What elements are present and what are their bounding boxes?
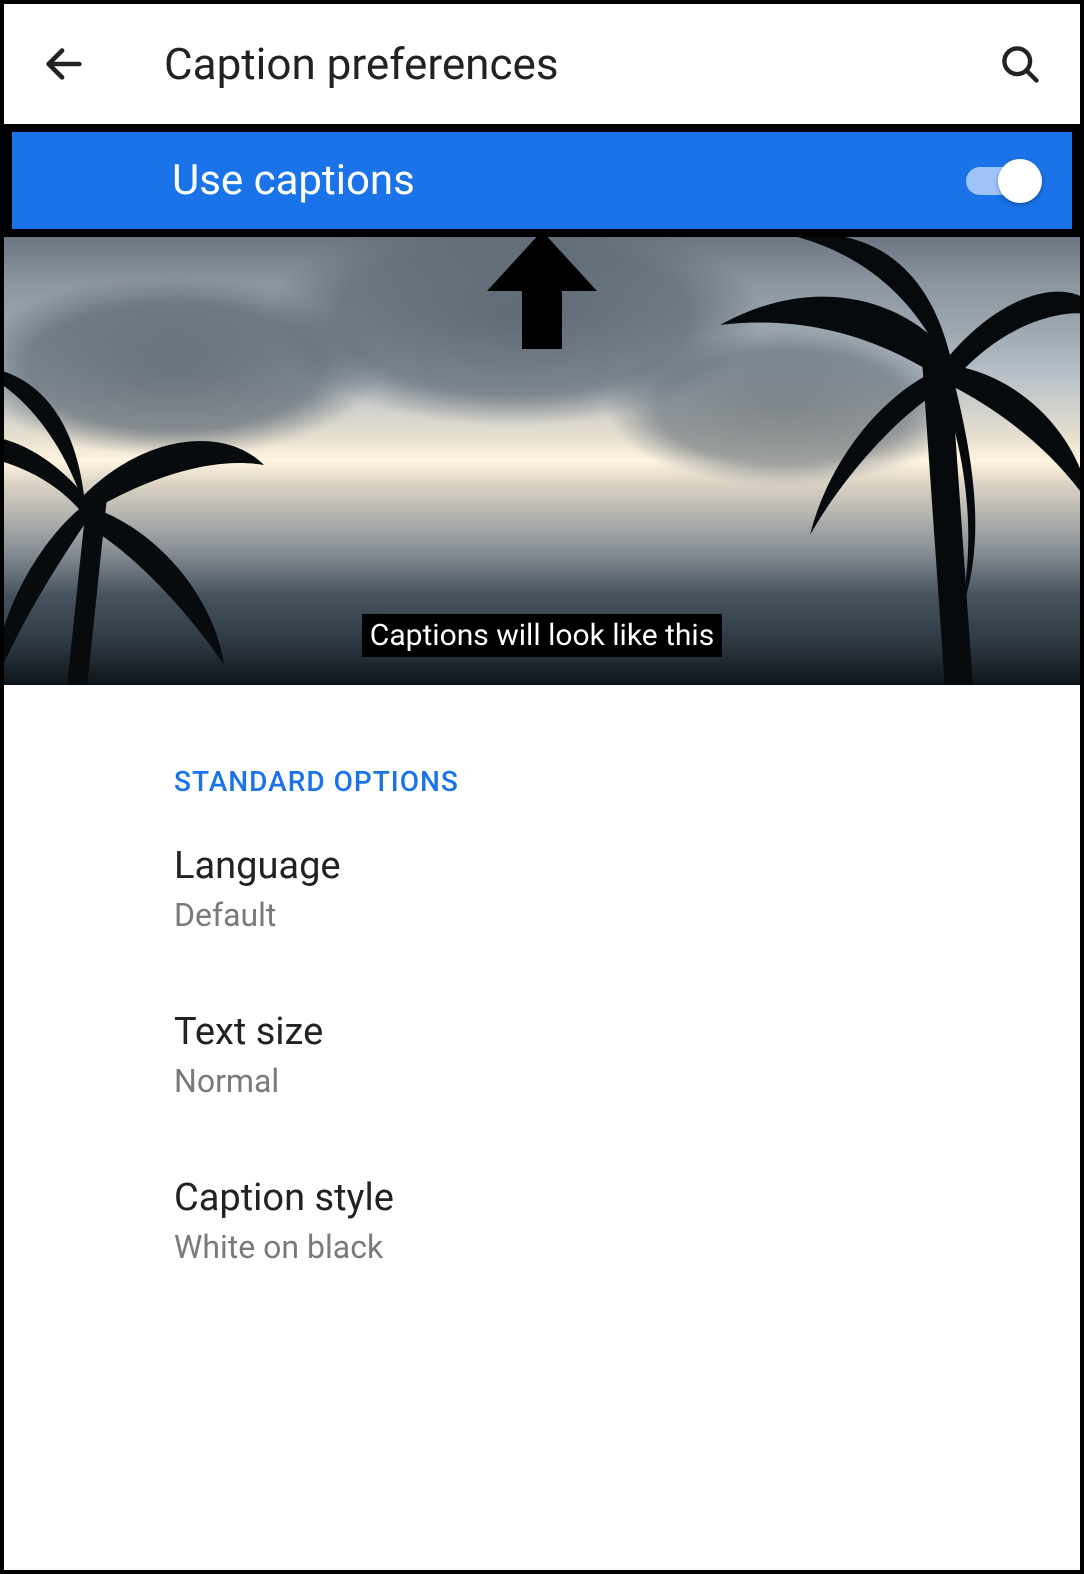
use-captions-row[interactable]: Use captions (12, 132, 1072, 229)
search-icon (998, 42, 1042, 86)
caption-sample-container: Captions will look like this (4, 614, 1080, 657)
caption-preview-image: Captions will look like this (4, 237, 1080, 685)
arrow-up-icon (487, 237, 597, 361)
use-captions-row-highlight: Use captions (4, 124, 1080, 237)
back-button[interactable] (34, 34, 94, 94)
option-language[interactable]: Language Default (4, 798, 1080, 934)
toggle-thumb (998, 159, 1042, 203)
arrow-left-icon (41, 41, 87, 87)
option-value: Default (174, 896, 1080, 934)
search-button[interactable] (990, 34, 1050, 94)
app-header: Caption preferences (4, 4, 1080, 124)
option-caption-style[interactable]: Caption style White on black (4, 1130, 1080, 1266)
option-title: Caption style (174, 1176, 1080, 1220)
option-title: Text size (174, 1010, 1080, 1054)
option-text-size[interactable]: Text size Normal (4, 964, 1080, 1100)
annotation-arrow (487, 237, 597, 361)
option-value: White on black (174, 1228, 1080, 1266)
option-title: Language (174, 844, 1080, 888)
section-heading-standard-options: STANDARD OPTIONS (4, 685, 1080, 798)
option-value: Normal (174, 1062, 1080, 1100)
use-captions-toggle[interactable] (962, 159, 1042, 203)
use-captions-label: Use captions (172, 156, 962, 205)
page-title: Caption preferences (164, 38, 990, 90)
caption-sample-text: Captions will look like this (362, 614, 722, 657)
